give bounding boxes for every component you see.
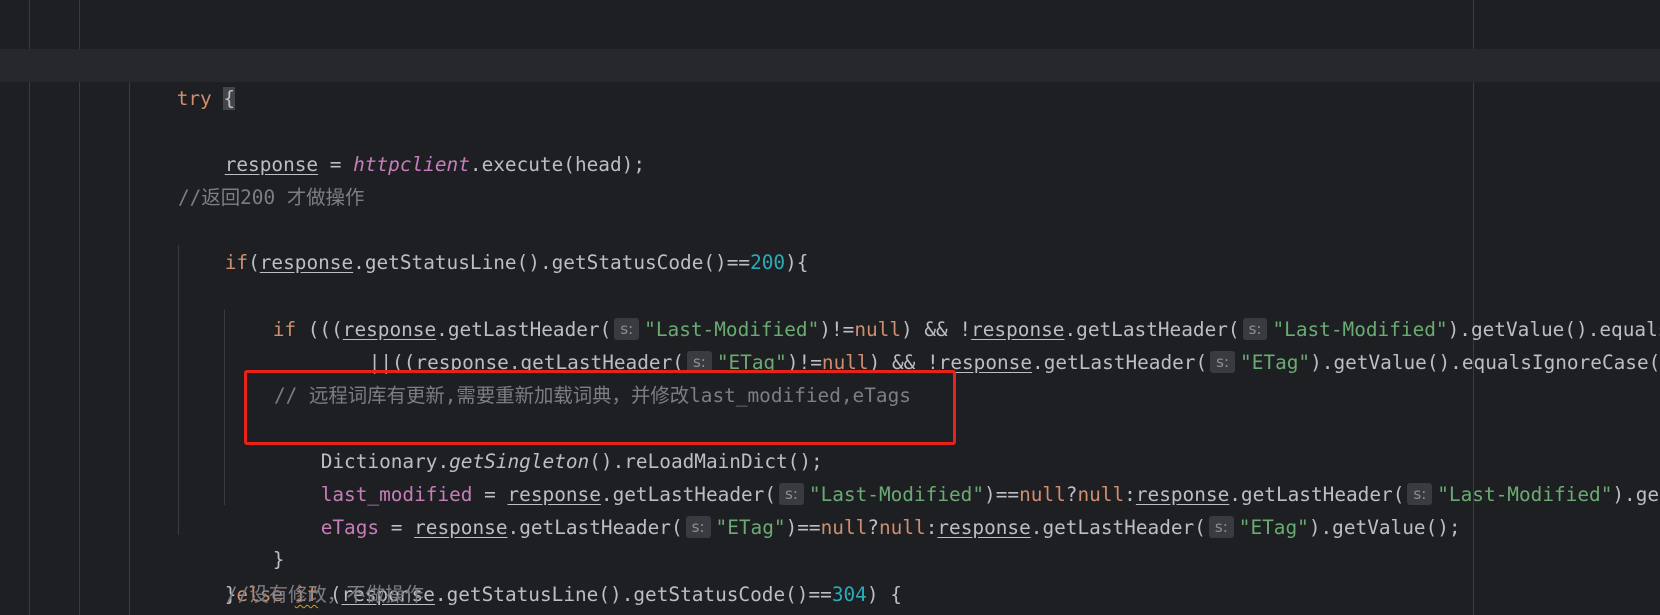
string: "ETag" — [1238, 516, 1309, 539]
code-line[interactable]: if (((response.getLastHeader(s: "Last-Mod… — [226, 280, 1660, 341]
method-call: .execute(head); — [469, 153, 646, 176]
code-line-current[interactable]: try { — [0, 49, 1660, 110]
string: "Last-Modified" — [1437, 483, 1613, 506]
code-line[interactable]: }else if (response.getStatusLine().getSt… — [178, 545, 902, 606]
keyword: if — [224, 251, 249, 274]
parameter-hint: s: — [685, 516, 711, 538]
variable: response — [259, 251, 354, 274]
variable: response — [224, 153, 319, 176]
number: 304 — [831, 583, 867, 606]
punctuation: ( — [248, 251, 260, 274]
code-line[interactable]: last_modified = response.getLastHeader(s… — [274, 445, 1660, 506]
field: eTags — [320, 516, 380, 539]
static-field: httpclient — [353, 153, 470, 176]
code-line[interactable]: if(response.getStatusLine().getStatusCod… — [178, 213, 809, 274]
code-line[interactable]: } — [226, 510, 285, 571]
string: "ETag" — [1240, 351, 1311, 374]
operator: = — [379, 516, 415, 539]
string: "ETag" — [715, 516, 786, 539]
variable: response — [937, 516, 1031, 539]
method-call: ).getValue(); — [1612, 483, 1660, 506]
method-call: .getLastHeader( — [507, 516, 683, 539]
method-call: .getStatusLine().getStatusCode()== — [434, 583, 832, 606]
keyword: try — [176, 87, 212, 110]
method-call: .getLastHeader( — [1032, 351, 1208, 374]
keyword: null — [878, 516, 926, 539]
operator: )== — [785, 516, 821, 539]
number: 200 — [750, 251, 786, 274]
method-call: .getLastHeader( — [1030, 516, 1206, 539]
punctuation: ) { — [866, 583, 902, 606]
code-line[interactable]: eTags = response.getLastHeader(s: "ETag")… — [274, 478, 1461, 539]
operator: = — [318, 153, 354, 176]
method-call: .getStatusLine().getStatusCode()== — [353, 251, 751, 274]
operator: ? — [867, 516, 879, 539]
code-line[interactable]: ||((response.getLastHeader(s: "ETag")!=nu… — [322, 313, 1660, 374]
keyword: null — [820, 516, 868, 539]
method-call: ).getValue().equalsIgnoreCase(eTags))) { — [1310, 351, 1660, 374]
variable: response — [414, 516, 508, 539]
indent-guide — [224, 310, 225, 505]
indent-guide — [129, 80, 130, 615]
code-line[interactable]: CloseableHttpResponse response = null; — [130, 17, 621, 78]
brace: { — [223, 87, 236, 110]
parameter-hint: s: — [1208, 516, 1234, 538]
code-editor[interactable]: CloseableHttpResponse response = null; t… — [0, 0, 1660, 615]
method-call: ).getValue(); — [1308, 516, 1461, 539]
operator: : — [925, 516, 938, 539]
comment-line[interactable]: //返回200 才做操作 — [178, 181, 364, 214]
comment-line[interactable]: //没有修改，不做操作 — [226, 578, 424, 611]
punctuation: ){ — [785, 251, 809, 274]
parameter-hint: s: — [1210, 351, 1236, 373]
keyword: if — [272, 318, 297, 341]
annotation-highlight-box — [244, 370, 956, 445]
code-line[interactable]: response = httpclient.execute(head); — [178, 115, 645, 176]
